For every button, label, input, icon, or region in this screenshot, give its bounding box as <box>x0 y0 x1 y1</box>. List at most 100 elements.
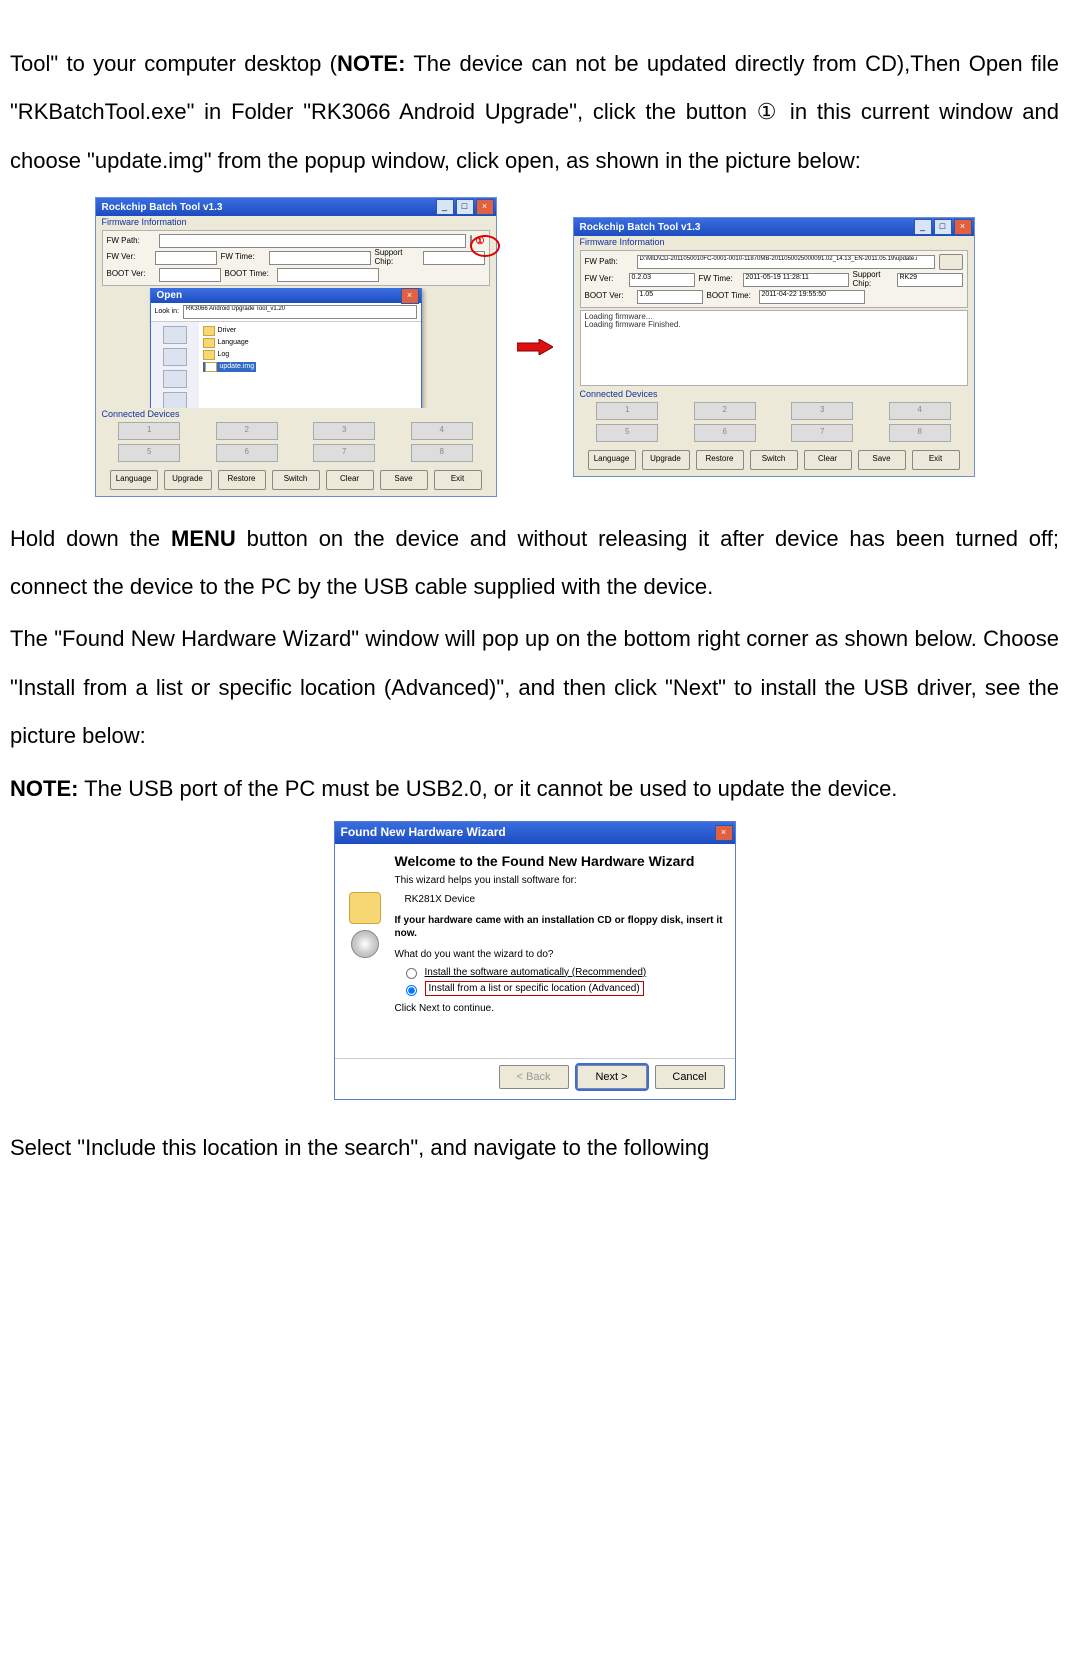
language-button[interactable]: Language <box>110 470 158 490</box>
device-slot: 1 <box>118 422 180 440</box>
close-icon[interactable]: × <box>476 199 494 215</box>
language-button[interactable]: Language <box>588 450 636 470</box>
wizard-button-row: < Back Next > Cancel <box>335 1058 735 1099</box>
fw-time-label: FW Time: <box>221 253 265 262</box>
close-icon[interactable]: × <box>954 219 972 235</box>
wizard-side-graphic <box>347 852 383 1052</box>
device-icon <box>349 892 381 924</box>
next-button[interactable]: Next > <box>577 1065 647 1089</box>
switch-button[interactable]: Switch <box>272 470 320 490</box>
list-item[interactable]: Language <box>203 338 417 348</box>
wizard-footer-text: Click Next to continue. <box>395 1002 723 1015</box>
device-slot-row: 1 2 3 4 <box>96 420 496 442</box>
upgrade-button[interactable]: Upgrade <box>164 470 212 490</box>
fw-time-input <box>269 251 371 265</box>
maximize-icon[interactable]: □ <box>456 199 474 215</box>
device-slot: 4 <box>889 402 951 420</box>
section-devices-label: Connected Devices <box>96 408 496 420</box>
list-item[interactable]: Log <box>203 350 417 360</box>
restore-button[interactable]: Restore <box>696 450 744 470</box>
file-list: Driver Language Log update.img <box>199 322 421 408</box>
list-item-selected[interactable]: update.img <box>203 362 257 372</box>
close-icon[interactable]: × <box>401 288 419 304</box>
wizard-cd-note: If your hardware came with an installati… <box>395 914 723 940</box>
boot-time-label: BOOT Time: <box>707 292 755 301</box>
radio-label: Install the software automatically (Reco… <box>425 966 647 979</box>
place-icon[interactable] <box>163 326 187 344</box>
device-slot: 7 <box>791 424 853 442</box>
close-icon[interactable]: × <box>715 825 733 841</box>
note-label: NOTE: <box>337 51 405 76</box>
restore-button[interactable]: Restore <box>218 470 266 490</box>
clear-button[interactable]: Clear <box>326 470 374 490</box>
paragraph-4: NOTE: The USB port of the PC must be USB… <box>10 765 1059 813</box>
device-slot: 3 <box>313 422 375 440</box>
open-file-dialog: Open × Look in: RK3066 Android Upgrade T… <box>150 288 422 408</box>
boot-ver-label: BOOT Ver: <box>107 270 155 279</box>
device-slot: 5 <box>118 444 180 462</box>
cancel-button[interactable]: Cancel <box>655 1065 725 1089</box>
exit-button[interactable]: Exit <box>912 450 960 470</box>
switch-button[interactable]: Switch <box>750 450 798 470</box>
wizard-question: What do you want the wizard to do? <box>395 948 723 961</box>
lookin-label: Look in: <box>155 308 180 316</box>
device-slot-row: 5 6 7 8 <box>574 422 974 444</box>
window-title: Rockchip Batch Tool v1.3 <box>98 202 436 213</box>
titlebar: Rockchip Batch Tool v1.3 _ □ × <box>96 198 496 216</box>
place-icon[interactable] <box>163 370 187 388</box>
place-icon[interactable] <box>163 392 187 408</box>
maximize-icon[interactable]: □ <box>934 219 952 235</box>
section-devices-label: Connected Devices <box>574 388 974 400</box>
device-slot: 6 <box>216 444 278 462</box>
paragraph-2: Hold down the MENU button on the device … <box>10 515 1059 612</box>
minimize-icon[interactable]: _ <box>436 199 454 215</box>
save-button[interactable]: Save <box>858 450 906 470</box>
device-slot: 7 <box>313 444 375 462</box>
radio-install-list[interactable]: Install from a list or specific location… <box>401 981 723 996</box>
device-slot: 4 <box>411 422 473 440</box>
item-label: Driver <box>218 327 237 335</box>
boot-time-input: 2011-04-22 19:55:50 <box>759 290 865 304</box>
radio-install-auto[interactable]: Install the software automatically (Reco… <box>401 965 723 979</box>
device-slot: 2 <box>216 422 278 440</box>
save-button[interactable]: Save <box>380 470 428 490</box>
fw-time-label: FW Time: <box>699 275 739 284</box>
middle-area-left: Open × Look in: RK3066 Android Upgrade T… <box>102 288 490 408</box>
fw-path-label: FW Path: <box>585 258 633 267</box>
fw-path-input[interactable] <box>159 234 466 248</box>
radio-input[interactable] <box>406 968 417 979</box>
log-area: Loading firmware... Loading firmware Fin… <box>580 310 968 386</box>
boot-ver-label: BOOT Ver: <box>585 292 633 301</box>
paragraph-5: Select "Include this location in the sea… <box>10 1124 1059 1172</box>
file-dialog-titlebar: Open × <box>151 289 421 303</box>
device-slot: 8 <box>411 444 473 462</box>
log-line: Loading firmware Finished. <box>585 321 963 330</box>
support-chip-label: Support Chip: <box>375 249 419 267</box>
folder-icon <box>203 350 215 360</box>
folder-icon <box>203 338 215 348</box>
device-slot-row: 5 6 7 8 <box>96 442 496 464</box>
fw-time-input: 2011-05-19 11:28:11 <box>743 273 849 287</box>
radio-input[interactable] <box>406 985 417 996</box>
boot-time-input <box>277 268 379 282</box>
browse-button[interactable] <box>939 254 963 270</box>
upgrade-button[interactable]: Upgrade <box>642 450 690 470</box>
fw-ver-input <box>155 251 217 265</box>
back-button: < Back <box>499 1065 569 1089</box>
section-firmware-label: Firmware Information <box>574 236 974 248</box>
note-label: NOTE: <box>10 776 78 801</box>
clear-button[interactable]: Clear <box>804 450 852 470</box>
fw-ver-label: FW Ver: <box>107 253 151 262</box>
exit-button[interactable]: Exit <box>434 470 482 490</box>
minimize-icon[interactable]: _ <box>914 219 932 235</box>
device-slot: 1 <box>596 402 658 420</box>
window-title: Rockchip Batch Tool v1.3 <box>576 222 914 233</box>
item-label: Language <box>218 339 249 347</box>
fw-path-input[interactable]: D:\MID\CD-2011050010FC-0001-0010-11870MB… <box>637 255 935 269</box>
browse-button-wrap <box>470 237 472 246</box>
radio-label-highlighted: Install from a list or specific location… <box>425 981 644 996</box>
boot-ver-input <box>159 268 221 282</box>
lookin-combo[interactable]: RK3066 Android Upgrade Tool_v1.20 <box>183 305 416 319</box>
list-item[interactable]: Driver <box>203 326 417 336</box>
place-icon[interactable] <box>163 348 187 366</box>
